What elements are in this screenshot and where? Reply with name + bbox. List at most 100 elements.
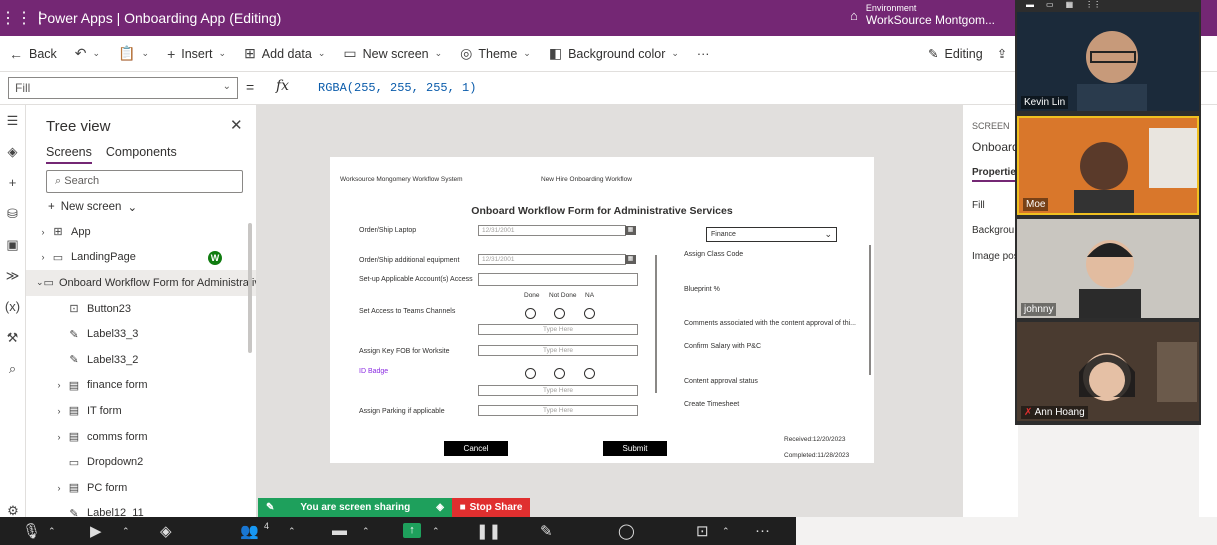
tree-scrollbar[interactable] xyxy=(248,223,252,353)
cancel-button[interactable]: Cancel xyxy=(444,441,508,456)
minimize-icon[interactable]: ▬ xyxy=(1026,0,1034,10)
sharing-status[interactable]: ✎ You are screen sharing ◈ xyxy=(258,498,452,517)
data-icon[interactable]: ⛁ xyxy=(0,198,25,229)
tree-item-label33-2[interactable]: ✎ Label33_2 xyxy=(26,347,256,373)
participant-tile[interactable]: johnny xyxy=(1017,219,1199,318)
tree-item-comms-form[interactable]: › ▤ comms form xyxy=(26,424,256,450)
app-screen-canvas[interactable]: Worksource Mongomery Workflow System New… xyxy=(330,157,874,463)
badge-notes-input[interactable]: Type Here xyxy=(478,385,638,396)
label-blueprint: Blueprint % xyxy=(684,286,720,293)
participants-icon[interactable]: 👥 xyxy=(240,522,259,540)
new-screen-button[interactable]: ▭ New screen ⌄ xyxy=(334,45,451,62)
background-property-label: Backgrou xyxy=(972,225,1015,236)
parking-input[interactable]: Type Here xyxy=(478,405,638,416)
power-automate-icon[interactable]: ≫ xyxy=(0,260,25,291)
apps-icon[interactable]: ⊡ xyxy=(696,522,709,540)
tree-item-label12-11[interactable]: ✎ Label12_11 xyxy=(26,501,256,517)
annotate-pen-icon[interactable]: ✎ xyxy=(540,522,553,540)
clipboard-icon: 📋 xyxy=(118,45,136,61)
badge-na-radio[interactable] xyxy=(584,368,595,379)
tab-screens[interactable]: Screens xyxy=(46,145,92,164)
tab-components[interactable]: Components xyxy=(106,145,177,164)
tree-item-it-form[interactable]: › ▤ IT form xyxy=(26,398,256,424)
tree-item-finance-form[interactable]: › ▤ finance form xyxy=(26,373,256,399)
fx-button[interactable]: fx xyxy=(276,78,289,94)
insert-icon[interactable]: + xyxy=(0,167,25,198)
chevron-up-icon[interactable]: ⌃ xyxy=(432,526,440,537)
participant-tile[interactable]: Moe xyxy=(1017,116,1199,215)
share-screen-icon[interactable]: ↑ xyxy=(403,523,421,538)
badge-not-done-radio[interactable] xyxy=(554,368,565,379)
stop-share-button[interactable]: ■ Stop Share xyxy=(452,498,530,517)
participant-name: Kevin Lin xyxy=(1021,96,1069,109)
teams-done-radio[interactable] xyxy=(525,308,536,319)
chat-icon[interactable]: ▬ xyxy=(332,522,347,539)
tree-item-app[interactable]: › ⊞ App xyxy=(26,219,256,245)
tree-item-pc-form[interactable]: › ▤ PC form xyxy=(26,475,256,501)
gallery-view-icon[interactable]: ▦ xyxy=(1066,0,1074,10)
hamburger-icon[interactable]: ☰ xyxy=(0,105,25,136)
paste-button[interactable]: 📋 ⌄ xyxy=(109,45,158,62)
video-camera-icon[interactable]: ▶ xyxy=(90,522,102,540)
chevron-up-icon[interactable]: ⌃ xyxy=(48,526,56,537)
layers-icon[interactable]: ◈ xyxy=(0,136,25,167)
calendar-icon[interactable]: ▦ xyxy=(625,255,636,264)
laptop-date-picker[interactable]: 12/31/2001 xyxy=(478,225,626,236)
app-launcher-icon[interactable]: ⋮⋮⋮ xyxy=(0,8,48,28)
editing-toggle[interactable]: ✎ Editing ⇪ xyxy=(928,46,1007,62)
more-button[interactable]: ··· xyxy=(688,47,719,61)
search-input[interactable]: ⌕ Search xyxy=(46,170,243,193)
chevron-up-icon[interactable]: ⌃ xyxy=(722,526,730,537)
speaker-view-icon[interactable]: ▭ xyxy=(1046,0,1054,10)
tree-item-button23[interactable]: ⊡ Button23 xyxy=(26,296,256,322)
security-shield-icon[interactable]: ◈ xyxy=(160,522,172,540)
teams-na-radio[interactable] xyxy=(584,308,595,319)
label-laptop: Order/Ship Laptop xyxy=(359,227,417,234)
calendar-icon[interactable]: ▦ xyxy=(625,226,636,235)
chevron-up-icon[interactable]: ⌃ xyxy=(362,526,370,537)
tree-item-label33-3[interactable]: ✎ Label33_3 xyxy=(26,321,256,347)
fob-input[interactable]: Type Here xyxy=(478,345,638,356)
more-options-icon[interactable]: ··· xyxy=(755,522,770,539)
formula-input[interactable]: RGBA(255, 255, 255, 1) xyxy=(318,81,476,95)
close-icon[interactable]: ✕ xyxy=(230,116,243,134)
microphone-icon[interactable]: 🎙 xyxy=(22,522,41,540)
new-screen-link[interactable]: + New screen ⌄ xyxy=(48,200,137,214)
tools-icon[interactable]: ⚒ xyxy=(0,322,25,353)
add-data-button[interactable]: ⊞ Add data ⌄ xyxy=(235,45,334,62)
tree-item-dropdown2[interactable]: ▭ Dropdown2 xyxy=(26,449,256,475)
teams-not-done-radio[interactable] xyxy=(554,308,565,319)
accounts-input[interactable] xyxy=(478,273,638,286)
property-selector[interactable]: Fill ⌄ xyxy=(8,77,238,99)
right-column-scrollbar[interactable] xyxy=(869,245,871,375)
chevron-up-icon[interactable]: ⌃ xyxy=(122,526,130,537)
paint-bucket-icon: ◧ xyxy=(548,45,563,61)
tree-item-landingpage[interactable]: › ▭ LandingPage W xyxy=(26,245,256,271)
participant-tile[interactable]: ✗ Ann Hoang xyxy=(1017,322,1199,421)
badge-done-radio[interactable] xyxy=(525,368,536,379)
label-salary: Confirm Salary with P&C xyxy=(684,343,762,350)
environment-picker[interactable]: ⌂ Environment WorkSource Montgom... xyxy=(850,3,995,27)
back-button[interactable]: ← Back xyxy=(0,46,66,62)
left-column-scrollbar[interactable] xyxy=(655,255,657,393)
pause-share-icon[interactable]: ❚❚ xyxy=(476,522,501,540)
grid-icon[interactable]: ⋮⋮ xyxy=(1085,0,1101,10)
tree-item-onboard-screen[interactable]: ⌄ ▭ Onboard Workflow Form for Administrati… xyxy=(26,270,256,296)
search-icon[interactable]: ⌕ xyxy=(0,353,25,384)
share-icon[interactable]: ⇪ xyxy=(997,46,1007,61)
submit-button[interactable]: Submit xyxy=(603,441,667,456)
insert-button[interactable]: + Insert ⌄ xyxy=(158,46,235,62)
equipment-date-picker[interactable]: 12/31/2001 xyxy=(478,254,626,265)
media-icon[interactable]: ▣ xyxy=(0,229,25,260)
chevron-up-icon[interactable]: ⌃ xyxy=(288,526,296,537)
undo-button[interactable]: ↶ ⌄ xyxy=(66,45,109,62)
variables-icon[interactable]: (x) xyxy=(0,291,25,322)
department-dropdown[interactable]: Finance ⌄ xyxy=(706,227,837,242)
teams-notes-input[interactable]: Type Here xyxy=(478,324,638,335)
remote-control-mouse-icon[interactable]: ◯ xyxy=(618,522,635,540)
theme-button[interactable]: ◎ Theme ⌄ xyxy=(451,45,540,62)
tab-properties[interactable]: Properties xyxy=(972,167,1018,182)
chevron-right-icon: › xyxy=(57,482,61,493)
background-color-button[interactable]: ◧ Background color ⌄ xyxy=(540,45,688,62)
participant-tile[interactable]: Kevin Lin xyxy=(1017,12,1199,111)
